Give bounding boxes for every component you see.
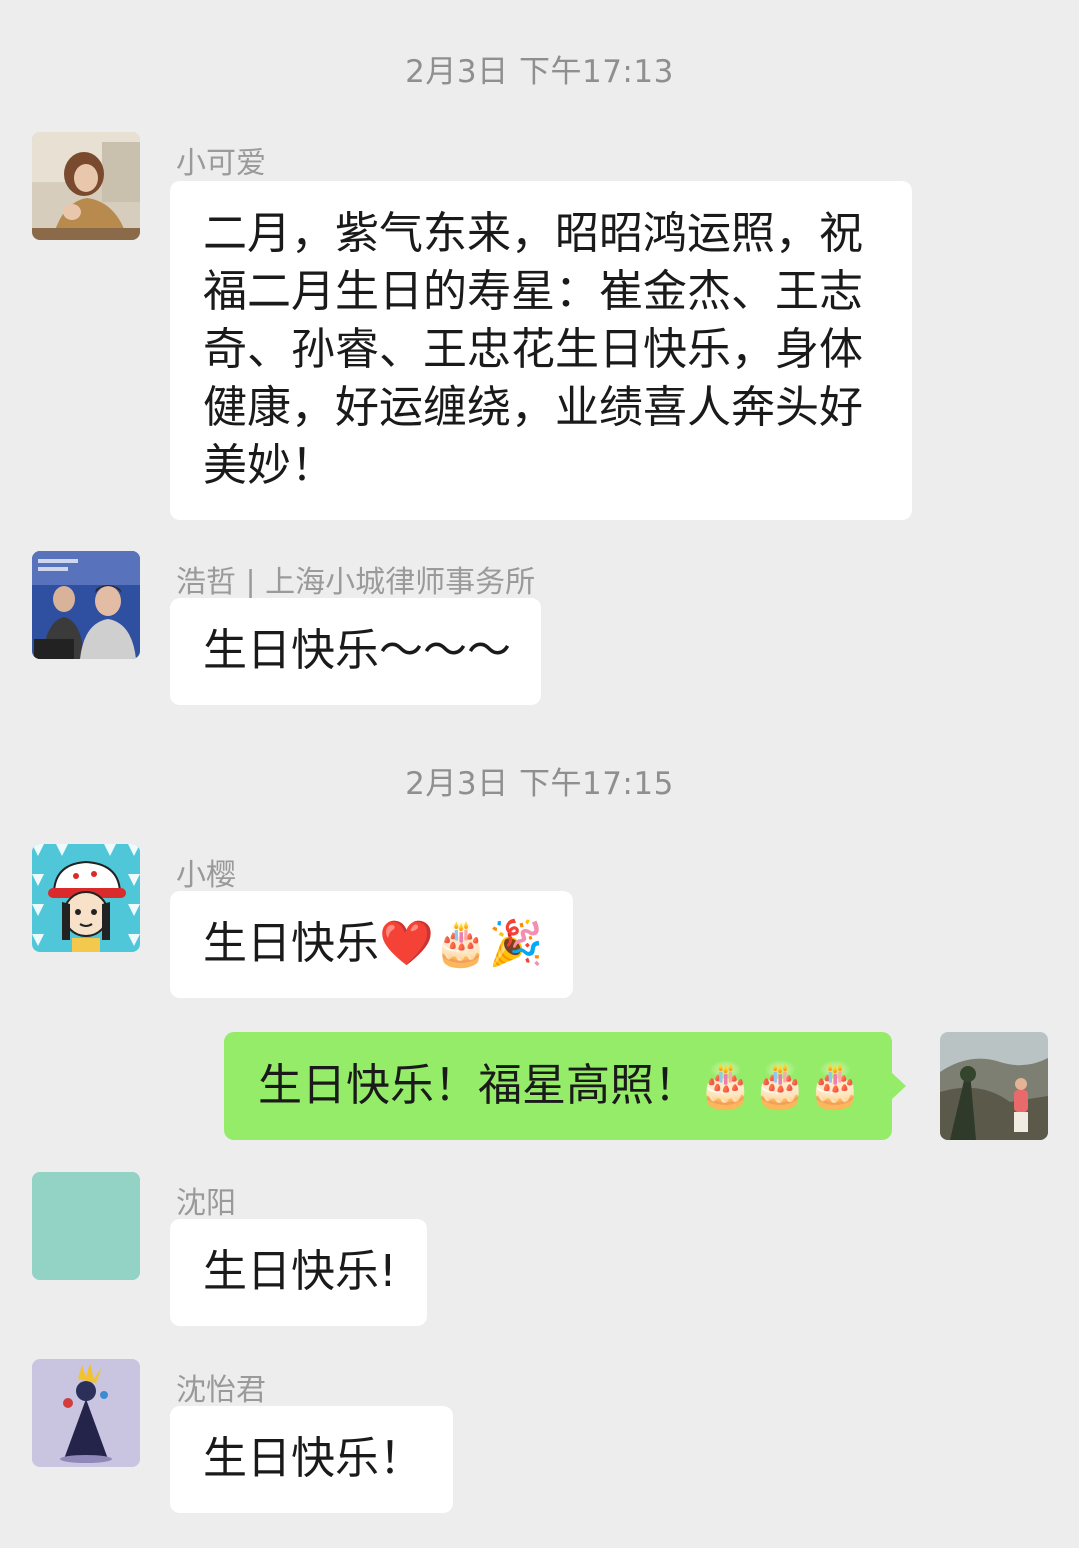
avatar[interactable] <box>32 1359 140 1467</box>
avatar[interactable] <box>32 844 140 952</box>
timestamp: 2月3日 下午17:15 <box>405 766 674 802</box>
message-bubble[interactable]: 生日快乐! <box>170 1219 427 1326</box>
avatar-self[interactable] <box>940 1032 1048 1140</box>
avatar[interactable] <box>32 132 140 240</box>
message-text: 生日快乐 <box>203 918 379 969</box>
photo-avatar-man-icon <box>32 551 140 659</box>
message-bubble[interactable]: 生日快乐❤️🎂🎉 <box>170 891 574 998</box>
avatar[interactable] <box>32 1172 140 1280</box>
avatar[interactable] <box>32 551 140 659</box>
cartoon-figure-avatar-icon <box>32 1359 140 1467</box>
heart-cake-party-emoji-icon: ❤️🎂🎉 <box>379 918 544 969</box>
message-bubble[interactable]: 生日快乐～～～ <box>170 598 541 705</box>
message-bubble[interactable]: 二月，紫气东来，昭昭鸿运照，祝福二月生日的寿星：崔金杰、王志奇、孙睿、王忠花生日… <box>170 181 912 520</box>
photo-avatar-woman-icon <box>32 132 140 240</box>
cartoon-girl-avatar-icon <box>32 844 140 952</box>
cake-emoji-icon: 🎂🎂🎂 <box>698 1060 863 1111</box>
sender-name: 小可爱 <box>176 146 266 181</box>
landscape-photo-avatar-icon <box>940 1032 1048 1140</box>
message-bubble-self[interactable]: 生日快乐！福星高照！🎂🎂🎂 <box>224 1032 907 1140</box>
solid-teal-avatar-icon <box>32 1172 140 1280</box>
timestamp: 2月3日 下午17:13 <box>405 54 674 90</box>
message-bubble[interactable]: 生日快乐！ <box>170 1406 453 1513</box>
message-text: 生日快乐！福星高照！ <box>258 1060 698 1111</box>
sender-name: 小樱 <box>176 858 236 893</box>
sender-name: 浩哲 | 上海小城律师事务所 <box>176 565 536 600</box>
chat-window[interactable]: 2月3日 下午17:13 小可爱 二月，紫气东来，昭昭鸿运照，祝福二月生日的寿星… <box>0 0 1079 1548</box>
sender-name: 沈怡君 <box>176 1373 266 1408</box>
sender-name: 沈阳 <box>176 1186 236 1221</box>
